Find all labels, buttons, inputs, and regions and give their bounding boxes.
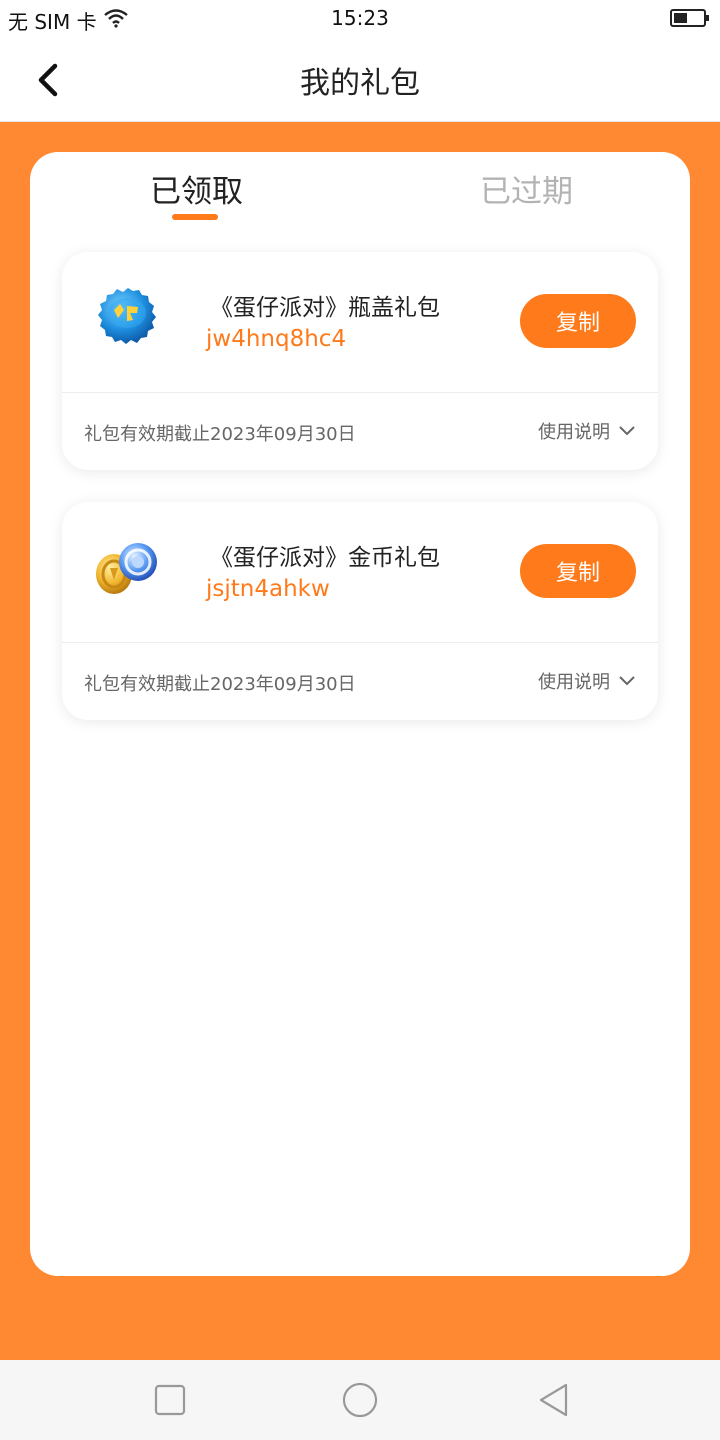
usage-label: 使用说明 — [538, 672, 610, 693]
expiry-text: 礼包有效期截止2023年09月30日 — [84, 674, 356, 695]
system-nav-bar — [0, 1360, 720, 1440]
chevron-down-icon — [619, 426, 635, 436]
chevron-down-icon — [619, 676, 635, 686]
battery-level-fill — [674, 13, 687, 23]
gift-name: 《蛋仔派对》金币礼包 — [210, 545, 440, 571]
home-button[interactable] — [340, 1380, 380, 1420]
expiry-text: 礼包有效期截止2023年09月30日 — [84, 424, 356, 445]
copy-button[interactable]: 复制 — [520, 294, 636, 348]
gift-card: 《蛋仔派对》瓶盖礼包 jw4hnq8hc4 复制 礼包有效期截止2023年09月… — [62, 252, 658, 470]
tab-claimed[interactable]: 已领取 — [150, 166, 243, 211]
tab-active-indicator — [172, 214, 218, 220]
status-bar: 无 SIM 卡 15:23 — [0, 0, 720, 40]
status-time: 15:23 — [331, 6, 389, 30]
copy-button[interactable]: 复制 — [520, 544, 636, 598]
gift-card: 《蛋仔派对》金币礼包 jsjtn4ahkw 复制 礼包有效期截止2023年09月… — [62, 502, 658, 720]
divider — [62, 642, 658, 643]
nav-bar: 我的礼包 — [0, 40, 720, 122]
gift-panel: 已领取 已过期 《蛋仔派对》瓶盖礼包 jw4hnq8hc4 复制 礼包有效期截止… — [30, 152, 690, 1276]
bottle-cap-icon — [98, 288, 156, 344]
usage-instructions-toggle[interactable]: 使用说明 — [538, 668, 636, 694]
gift-code[interactable]: jw4hnq8hc4 — [206, 326, 346, 352]
usage-label: 使用说明 — [538, 422, 610, 443]
triangle-back-icon — [539, 1383, 568, 1417]
gift-name: 《蛋仔派对》瓶盖礼包 — [210, 295, 440, 321]
usage-instructions-toggle[interactable]: 使用说明 — [538, 418, 636, 444]
tab-expired[interactable]: 已过期 — [480, 166, 573, 211]
circle-icon — [342, 1382, 378, 1418]
divider — [62, 392, 658, 393]
square-icon — [154, 1384, 186, 1416]
recent-apps-button[interactable] — [150, 1380, 190, 1420]
gift-code[interactable]: jsjtn4ahkw — [206, 576, 330, 602]
battery-icon — [670, 9, 709, 27]
system-back-button[interactable] — [534, 1380, 574, 1420]
gold-coin-icon — [96, 543, 157, 594]
page-title: 我的礼包 — [300, 66, 420, 101]
